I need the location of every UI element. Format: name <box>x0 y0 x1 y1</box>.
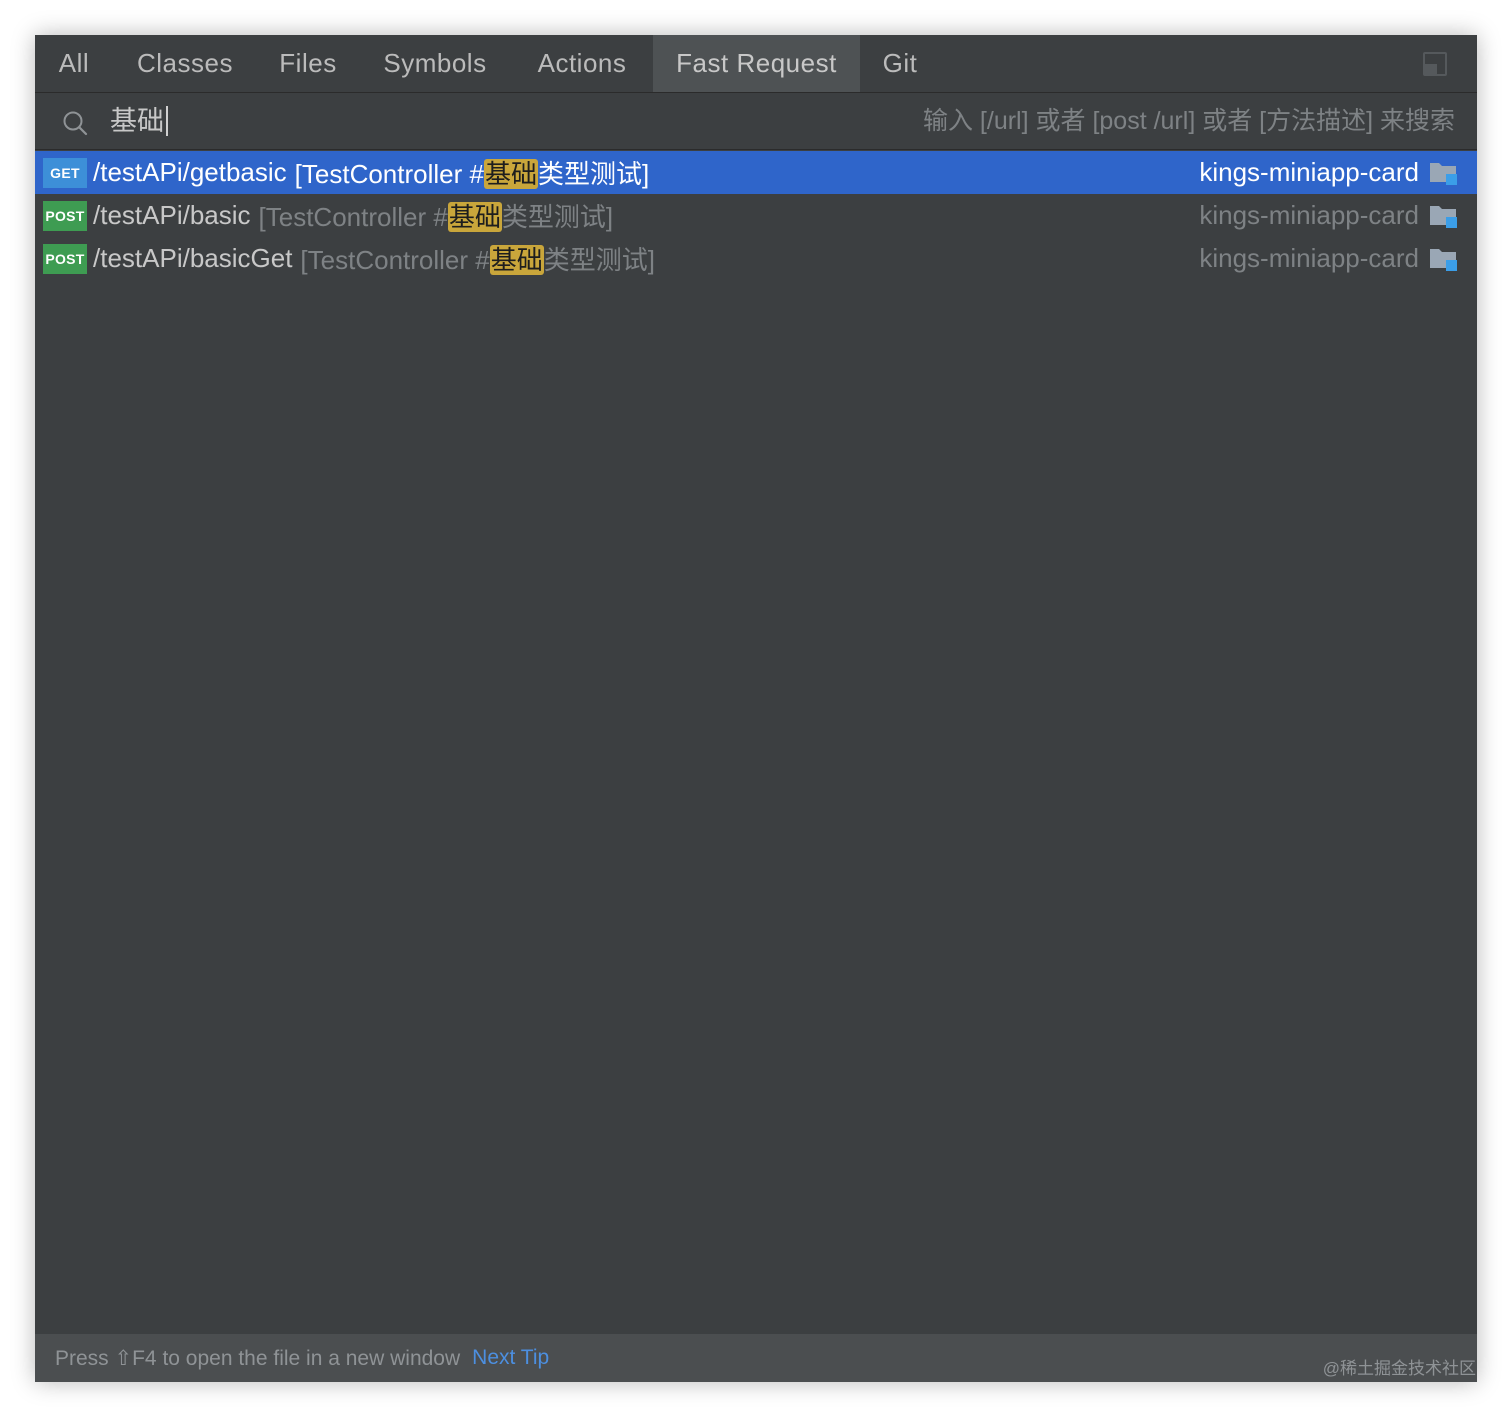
tip-text: Press ⇧F4 to open the file in a new wind… <box>55 1346 461 1370</box>
match-highlight: 基础 <box>489 245 544 275</box>
result-description: [TestController #基础类型测试] <box>258 197 614 234</box>
search-bar: 基础 输入 [/url] 或者 [post /url] 或者 [方法描述] 来搜… <box>35 93 1477 150</box>
result-path: /testAPi/getbasic <box>93 157 287 187</box>
result-module: kings-miniapp-card <box>1199 243 1419 273</box>
next-tip-link[interactable]: Next Tip <box>472 1346 549 1370</box>
desc-prefix: [TestController # <box>294 159 484 189</box>
module-folder-icon <box>1430 249 1457 271</box>
result-module: kings-miniapp-card <box>1199 200 1419 230</box>
http-method-badge: POST <box>43 200 87 231</box>
search-icon <box>63 111 88 136</box>
search-everywhere-popup: All Classes Files Symbols Actions Fast R… <box>35 35 1477 1382</box>
text-caret <box>166 106 168 136</box>
http-method-badge: POST <box>43 243 87 274</box>
tab-symbols[interactable]: Symbols <box>359 35 511 92</box>
desc-prefix: [TestController # <box>300 245 490 275</box>
tab-fast-request[interactable]: Fast Request <box>653 35 860 92</box>
result-module: kings-miniapp-card <box>1199 157 1419 187</box>
module-folder-icon <box>1430 206 1457 228</box>
result-path: /testAPi/basicGet <box>93 243 293 273</box>
search-input[interactable]: 基础 <box>110 103 168 139</box>
desc-suffix: 类型测试] <box>501 202 614 232</box>
result-row[interactable]: POST /testAPi/basic [TestController #基础类… <box>35 194 1477 237</box>
http-method-badge: GET <box>43 157 87 188</box>
tab-files[interactable]: Files <box>257 35 359 92</box>
desc-suffix: 类型测试] <box>537 159 650 189</box>
tab-actions[interactable]: Actions <box>511 35 653 92</box>
desc-suffix: 类型测试] <box>543 245 655 275</box>
match-highlight: 基础 <box>447 202 502 232</box>
result-description: [TestController #基础类型测试] <box>294 154 650 191</box>
result-path: /testAPi/basic <box>93 200 251 230</box>
desc-prefix: [TestController # <box>258 202 448 232</box>
results-list: GET /testAPi/getbasic [TestController #基… <box>35 151 1477 280</box>
tab-bar: All Classes Files Symbols Actions Fast R… <box>35 35 1477 93</box>
tab-all[interactable]: All <box>35 35 113 92</box>
tab-classes[interactable]: Classes <box>113 35 257 92</box>
tip-footer: Press ⇧F4 to open the file in a new wind… <box>35 1334 1477 1382</box>
result-row[interactable]: GET /testAPi/getbasic [TestController #基… <box>35 151 1477 194</box>
tab-git[interactable]: Git <box>860 35 940 92</box>
module-folder-icon <box>1430 163 1457 185</box>
result-description: [TestController #基础类型测试] <box>300 240 655 277</box>
search-input-value: 基础 <box>110 106 164 136</box>
watermark: @稀土掘金技术社区 <box>1322 1359 1476 1378</box>
match-highlight: 基础 <box>483 159 538 189</box>
open-in-tool-window-icon[interactable] <box>1423 52 1447 76</box>
result-row[interactable]: POST /testAPi/basicGet [TestController #… <box>35 237 1477 280</box>
search-hint: 输入 [/url] 或者 [post /url] 或者 [方法描述] 来搜索 <box>922 107 1455 135</box>
